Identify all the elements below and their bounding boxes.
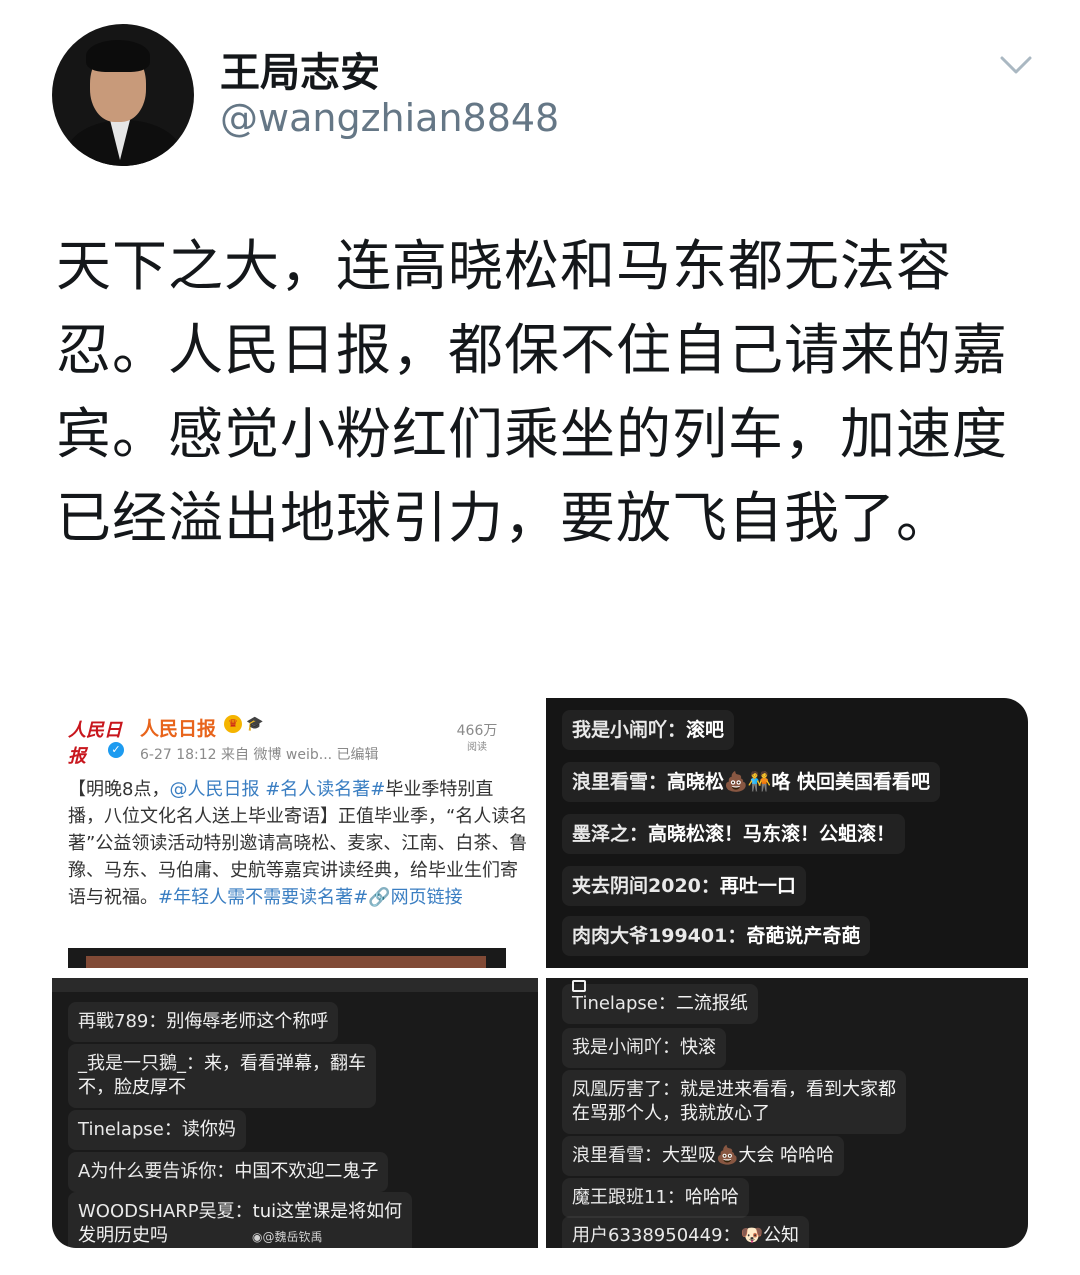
views-label: 阅读 — [467, 742, 487, 753]
mention-link: @人民日报 — [169, 779, 260, 800]
comment-user: A为什么要告诉你： — [78, 1161, 235, 1182]
comment-text: 快滚 — [680, 1037, 716, 1058]
comment: 肉肉大爷199401：奇葩说产奇葩 — [562, 916, 871, 956]
weibo-body: 【明晚8点，@人民日报 #名人读名著#毕业季特别直播，八位文化名人送上毕业寄语】… — [68, 776, 528, 911]
crown-badge-icon: ♛ — [224, 715, 242, 733]
comment-text: 读你妈 — [181, 1119, 236, 1140]
media-image-1[interactable]: 人民日报 ✓ 人民日报 ♛ 🎓 6-27 18:12 来自 微博 weib...… — [52, 698, 538, 968]
comment-text: 别侮辱老师这个称呼 — [166, 1011, 329, 1032]
media-image-3[interactable]: 再戰789：别侮辱老师这个称呼 _我是一只鵝_：来，看看弹幕，翻车 不，脸皮厚不 … — [52, 978, 538, 1248]
comment-user: 魔王跟班11： — [572, 1187, 685, 1208]
comment-text: 发明历史吗 — [78, 1225, 168, 1246]
comment-user: 我是小闹吖： — [572, 1037, 680, 1058]
comment-text: 不，脸皮厚不 — [78, 1077, 186, 1098]
comment: 我是小闹吖：滚吧 — [562, 710, 735, 750]
web-link: 网页链接 — [390, 887, 463, 908]
comment: WOODSHARP吴夏：tui这堂课是将如何发明历史吗 — [68, 1192, 413, 1248]
comment: 墨泽之：高晓松滚！马东滚！公蛆滚！ — [562, 814, 906, 854]
media-grid: 人民日报 ✓ 人民日报 ♛ 🎓 6-27 18:12 来自 微博 weib...… — [52, 698, 1028, 1248]
views-count: 466万 — [456, 723, 498, 739]
comment-text: 滚吧 — [686, 719, 725, 741]
comment: 再戰789：别侮辱老师这个称呼 — [68, 1002, 339, 1042]
comment-user: Tinelapse： — [78, 1119, 182, 1140]
cropped-edge — [52, 978, 538, 992]
hashtag-link: #年轻人需不需要读名著# — [158, 887, 369, 908]
comment-text: 在骂那个人，我就放心了 — [572, 1103, 770, 1124]
comment-text: tui这堂课是将如何 — [252, 1201, 403, 1222]
comment-user: WOODSHARP吴夏： — [78, 1201, 253, 1222]
avatar[interactable] — [52, 24, 194, 166]
comment-text: 就是进来看看，看到大家都 — [680, 1079, 896, 1100]
comment-user: 肉肉大爷199401： — [572, 925, 747, 947]
video-strip-inner — [86, 956, 486, 968]
comment: _我是一只鵝_：来，看看弹幕，翻车 不，脸皮厚不 — [68, 1044, 376, 1108]
comment-user: 浪里看雪： — [572, 771, 668, 793]
comment: 我是小闹吖：快滚 — [562, 1028, 726, 1068]
comment-text: 中国不欢迎二鬼子 — [234, 1161, 379, 1182]
graduation-cap-icon: 🎓 — [246, 716, 264, 732]
user-handle[interactable]: @wangzhian8848 — [220, 96, 559, 140]
comment-text: 再吐一口 — [719, 875, 796, 897]
comment-text: 奇葩说产奇葩 — [746, 925, 861, 947]
comment-text: 来，看看弹幕，翻车 — [204, 1053, 366, 1074]
verified-icon: ✓ — [108, 742, 124, 758]
comment: Tinelapse：二流报纸 — [562, 984, 758, 1024]
comment: 凤凰厉害了：就是进来看看，看到大家都在骂那个人，我就放心了 — [562, 1070, 906, 1134]
link-icon: 🔗 — [368, 887, 391, 908]
weibo-logo-icon: ◉ — [252, 1230, 263, 1244]
comment: 魔王跟班11：哈哈哈 — [562, 1178, 749, 1218]
comment-text: 哈哈哈 — [684, 1187, 739, 1208]
comment: 浪里看雪：大型吸💩大会 哈哈哈 — [562, 1136, 845, 1176]
comment-user: _我是一只鵝_： — [78, 1053, 204, 1074]
comment-user: 浪里看雪： — [572, 1145, 662, 1166]
comment-user: 夹去阴间2020： — [572, 875, 720, 897]
watermark: ◉@魏岳钦禹 — [252, 1228, 323, 1245]
comment: Tinelapse：读你妈 — [68, 1110, 246, 1150]
chevron-down-icon[interactable] — [998, 50, 1034, 80]
comment-user: 再戰789： — [78, 1011, 167, 1032]
comment-text: 🐶公知 — [740, 1225, 799, 1246]
weibo-account-name: 人民日报 — [140, 718, 217, 740]
comment-user: 凤凰厉害了： — [572, 1079, 680, 1100]
comment-user: Tinelapse： — [572, 993, 676, 1014]
comment: 夹去阴间2020：再吐一口 — [562, 866, 806, 906]
comment-user: 用户6338950449： — [572, 1225, 741, 1246]
comment-user: 我是小闹吖： — [572, 719, 687, 741]
comment-user: 墨泽之： — [572, 823, 649, 845]
tweet-text: 天下之大，连高晓松和马东都无法容忍。人民日报，都保不住自己请来的嘉宾。感觉小粉红… — [56, 234, 1009, 550]
display-name[interactable]: 王局志安 — [220, 40, 380, 98]
hashtag-link: #名人读名著# — [265, 779, 386, 800]
watermark-text: @魏岳钦禹 — [262, 1230, 323, 1244]
weibo-meta: 6-27 18:12 来自 微博 weib... 已编辑 — [140, 747, 379, 763]
media-image-4[interactable]: Tinelapse：二流报纸 我是小闹吖：快滚 凤凰厉害了：就是进来看看，看到大… — [546, 978, 1028, 1248]
comment-text: 大型吸💩大会 哈哈哈 — [662, 1145, 835, 1166]
tweet-header: 王局志安 @wangzhian8848 — [0, 0, 1080, 200]
comment: A为什么要告诉你：中国不欢迎二鬼子 — [68, 1152, 389, 1192]
comment: 浪里看雪：高晓松💩🧑‍🤝‍🧑咯 快回美国看看吧 — [562, 762, 940, 802]
media-image-2[interactable]: 我是小闹吖：滚吧 浪里看雪：高晓松💩🧑‍🤝‍🧑咯 快回美国看看吧 墨泽之：高晓松… — [546, 698, 1028, 968]
comment-text: 二流报纸 — [675, 993, 748, 1014]
comment-text: 高晓松💩🧑‍🤝‍🧑咯 快回美国看看吧 — [667, 771, 930, 793]
comment-text: 高晓松滚！马东滚！公蛆滚！ — [648, 823, 896, 845]
comment: 用户6338950449：🐶公知 — [562, 1216, 809, 1248]
weibo-body-part: 【明晚8点， — [68, 779, 170, 800]
